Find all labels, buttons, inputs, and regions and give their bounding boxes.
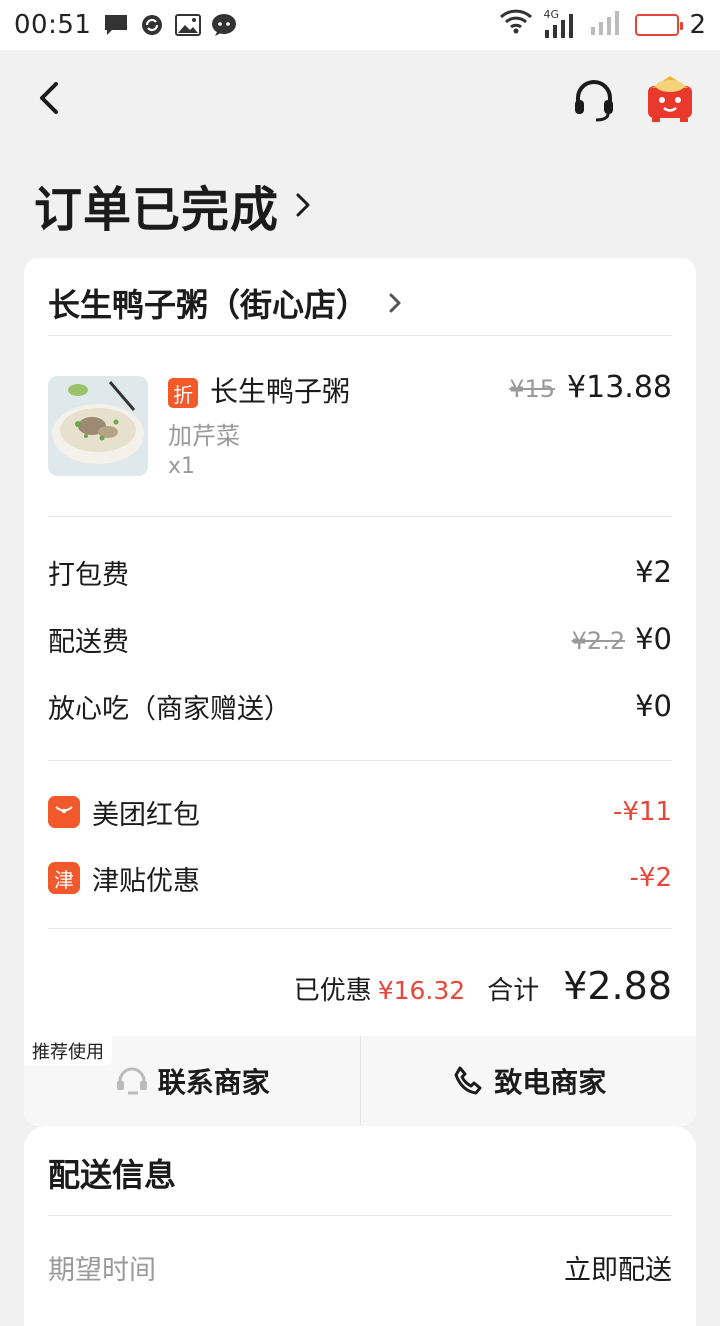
item-quantity: x1 [168, 454, 196, 479]
item-spec: 加芹菜 [168, 422, 240, 450]
chevron-right-icon [296, 193, 310, 217]
call-merchant-button[interactable]: 致电商家 [359, 1036, 697, 1126]
delivery-value: 立即配送 [564, 1255, 672, 1286]
item-price: ¥15 ¥13.88 [509, 370, 672, 405]
contact-merchant-label: 联系商家 [157, 1066, 270, 1099]
fee-value: ¥0 [635, 689, 672, 723]
order-status-link[interactable]: 订单已完成 [34, 170, 313, 240]
discount-tag: 折 [168, 378, 198, 408]
fee-label: 放心吃（商家赠送） [48, 693, 291, 725]
saved-label: 已优惠 [293, 976, 372, 1006]
headset-icon [575, 80, 613, 122]
saved-amount: ¥16.32 [377, 976, 466, 1005]
chevron-right-icon [389, 293, 401, 313]
fee-label: 配送费 [48, 626, 129, 658]
fee-row-delivery: 配送费 ¥2.2 ¥0 [48, 619, 672, 659]
divider [48, 516, 672, 517]
total-amount: ¥2.88 [563, 964, 672, 1008]
wechat-icon [211, 13, 237, 37]
product-image[interactable] [48, 376, 148, 476]
chevron-left-icon [40, 82, 58, 114]
order-summary: 已优惠 ¥16.32 合计 ¥2.88 [294, 964, 672, 1008]
order-status-title: 订单已完成 [34, 182, 280, 238]
item-current-price: ¥13.88 [567, 370, 672, 405]
fee-amount: ¥0 [635, 689, 672, 723]
delivery-card: 配送信息 期望时间 立即配送 [24, 1126, 696, 1326]
total-label: 合计 [487, 976, 540, 1006]
signal-icon [589, 7, 625, 44]
chat-icon [116, 1067, 147, 1095]
battery-number: 2 [689, 10, 706, 40]
discount-amount: -¥2 [629, 863, 672, 893]
signal-4g-icon: 4G [543, 8, 579, 40]
discount-row-allowance: 津 津贴优惠 -¥2 [48, 858, 672, 898]
divider [48, 335, 672, 336]
contact-merchant-button[interactable]: 推荐使用 联系商家 [24, 1036, 360, 1126]
item-name: 长生鸭子粥 [210, 375, 351, 408]
call-merchant-label: 致电商家 [494, 1066, 607, 1099]
order-card: 长生鸭子粥（街心店） 折 长生鸭子粥 加芹菜 x1 ¥15 ¥13.88 打包费… [24, 258, 696, 1126]
fee-row-safe-eat: 放心吃（商家赠送） ¥0 [48, 686, 672, 726]
sync-icon [139, 13, 165, 37]
top-nav [0, 50, 720, 146]
discount-label: 津贴优惠 [92, 865, 200, 897]
store-link[interactable]: 长生鸭子粥（街心店） [48, 272, 402, 334]
fee-amount: ¥2 [635, 555, 672, 589]
store-name: 长生鸭子粥（街心店） [48, 286, 369, 324]
fee-original: ¥2.2 [571, 627, 626, 655]
message-icon [103, 13, 129, 37]
red-packet-icon [48, 796, 80, 828]
image-icon [175, 13, 202, 37]
status-time: 00:51 [14, 10, 92, 40]
fee-value: ¥2 [635, 555, 672, 589]
red-packet-gift-icon [648, 76, 692, 122]
fee-label: 打包费 [48, 559, 129, 591]
fee-amount: ¥0 [635, 622, 672, 656]
merchant-actions: 推荐使用 联系商家 致电商家 [24, 1036, 696, 1126]
customer-service-button[interactable] [570, 76, 618, 124]
allowance-icon: 津 [48, 862, 80, 894]
divider [48, 760, 672, 761]
phone-icon [454, 1066, 482, 1095]
delivery-row-expected-time: 期望时间 立即配送 [48, 1248, 672, 1287]
wifi-icon [499, 9, 533, 42]
status-bar: 00:51 4G 2 [0, 0, 720, 50]
divider [48, 928, 672, 929]
fee-value: ¥2.2 ¥0 [572, 622, 672, 656]
discount-row-redpacket: 美团红包 -¥11 [48, 792, 672, 832]
battery-icon [635, 14, 684, 36]
discount-label: 美团红包 [92, 799, 200, 831]
delivery-label: 期望时间 [48, 1255, 156, 1286]
red-packet-gift-button[interactable] [642, 70, 698, 126]
back-button[interactable] [30, 78, 70, 118]
status-right: 4G 2 [499, 7, 706, 44]
item-original-price: ¥15 [509, 375, 556, 403]
fee-row-packing: 打包费 ¥2 [48, 552, 672, 592]
recommend-tag: 推荐使用 [24, 1036, 112, 1066]
divider [48, 1215, 672, 1216]
discount-amount: -¥11 [612, 797, 672, 827]
delivery-title: 配送信息 [48, 1156, 177, 1194]
